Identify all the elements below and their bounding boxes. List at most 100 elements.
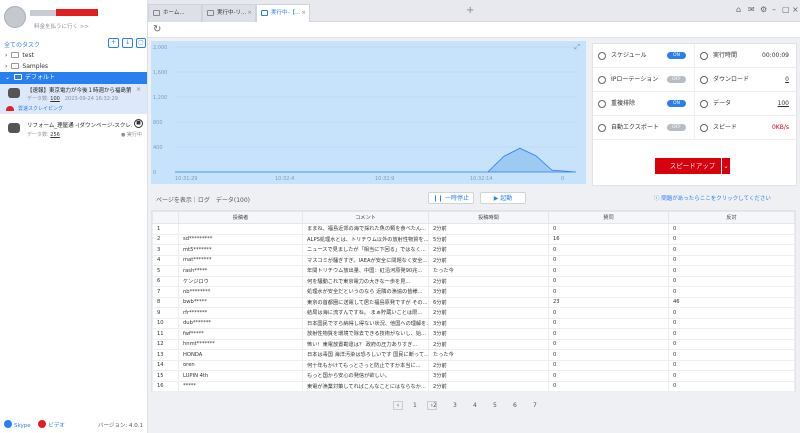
table-cell: 0 <box>548 307 669 319</box>
maximize-icon[interactable]: ▢ <box>782 5 790 14</box>
new-task-icon[interactable]: + <box>108 38 119 48</box>
y-tick-label: 2,000 <box>153 45 167 51</box>
table-cell: 0 <box>548 359 669 371</box>
minimize-icon[interactable]: – <box>772 5 776 14</box>
pay-link[interactable]: 料金を払うに行く >> <box>34 22 89 30</box>
table-cell: 0 <box>668 265 795 277</box>
view-tabs[interactable]: ページを表示｜ログ データ(100) <box>156 195 250 204</box>
table-cell: 5分前 <box>428 233 549 245</box>
table-cell: oren <box>178 359 303 371</box>
pause-button[interactable]: ❙❙ 一時停止 <box>428 192 474 204</box>
page-number[interactable]: 6 <box>505 402 525 409</box>
table-cell: ままね、福島近郊の海で採れた魚の類を食べたん... <box>302 223 429 235</box>
folder-icon <box>11 52 20 58</box>
autoexport-toggle[interactable]: OFF <box>667 124 686 131</box>
tree-item-default[interactable]: ⌄ デフォルト <box>0 72 147 84</box>
import-icon[interactable]: ↓ <box>122 38 133 48</box>
table-row[interactable]: 8 bwb***** 東京の首都圏に送電して居た福島原発ですが その... 6分前 23… <box>152 296 795 308</box>
table-cell: 放射性物質を環境で除去できる技術がないし、始... <box>302 328 429 340</box>
table-cell: 3分前 <box>428 317 549 329</box>
ip-toggle[interactable]: OFF <box>667 76 686 83</box>
table-row[interactable]: 1 ままね、福島近郊の海で採れた魚の類を食べたん... 2分前 0 0 <box>152 223 795 235</box>
table-row[interactable]: 9 rfr******* 結局は海に流すんですね。 まぁ貯蔵いことは限... 2分前 0… <box>152 307 795 319</box>
x-tick-label: 10:32:9 <box>375 176 394 182</box>
task-item[interactable]: 【速報】東京電力が今後１時週から福島第... データ数: 100 2023-09… <box>0 84 147 114</box>
table-row[interactable]: 7 nb******** 処理水が安全だというのなら 近隣の漁協の皆様... 3分前 0… <box>152 286 795 298</box>
table-row[interactable]: 5 rash***** 年間トリチウム放出量、中国：紅沿河原発90兆... たった今 0… <box>152 265 795 277</box>
table-row[interactable]: 4 mat******* マスコミが騒ぎすぎ。IAEAが安全に問題なく安全... 2分… <box>152 254 795 266</box>
avatar[interactable] <box>4 6 26 28</box>
table-cell: 2分前 <box>428 380 549 392</box>
task-item[interactable]: リフォーム_理屋通 -(ダウンページ-スクレ... データ数: 256 ■ ● … <box>0 117 147 145</box>
table-row[interactable]: 11 fwf***** 放射性物質を環境で除去できる技術がないし、始... 3分前 0 0 <box>152 328 795 340</box>
table-cell: 2分前 <box>428 359 549 371</box>
table-row[interactable]: 12 hnmt******* 怖い！東電放置勘違は？ 政府の圧力ありすぎ... 2分前… <box>152 338 795 350</box>
column-header[interactable]: コメント <box>302 211 429 224</box>
data-icon <box>700 100 708 108</box>
mail-icon[interactable]: ✉ <box>748 5 755 14</box>
table-cell: 4 <box>152 254 179 266</box>
table-cell: 年間トリチウム放出量、中国：紅沿河原発90兆... <box>302 265 429 277</box>
timer-icon <box>700 52 708 60</box>
column-header[interactable]: 投稿時間 <box>428 211 549 224</box>
stop-icon[interactable]: ■ <box>134 119 143 128</box>
expand-icon[interactable]: ⤢ <box>574 43 580 52</box>
close-window-icon[interactable]: × <box>792 5 799 14</box>
table-cell: 0 <box>668 338 795 350</box>
tab-running-1[interactable]: 実行中-リ... × <box>202 4 256 22</box>
page-number[interactable]: 7 <box>525 402 545 409</box>
gift-icon[interactable]: ⌂ <box>736 5 741 14</box>
table-cell: 7 <box>152 286 179 298</box>
tab-running-2[interactable]: 実行中-【... × <box>256 4 310 22</box>
table-row[interactable]: 16 ***** 東電が漁業対策してればこんなことにはならなか... 2分前 0 0 <box>152 380 795 392</box>
table-cell: 3分前 <box>428 370 549 382</box>
page-number[interactable]: 4 <box>465 402 485 409</box>
refresh-icon[interactable]: ↻ <box>153 24 161 35</box>
speed-chart: 2,000 1,600 1,200 800 400 0 10:31:29 10:32:4 10:… <box>151 41 586 184</box>
table-row[interactable]: 2 sd********* ALPS処理水とは、トリチウム以外の放射性物質を... 5… <box>152 233 795 245</box>
table-row[interactable]: 15 LUPIN 4th もっと国から安心の発信が欲しい。 3分前 0 0 <box>152 370 795 382</box>
download-cell: ダウンロード 0 <box>695 68 797 92</box>
table-cell: 8 <box>152 296 179 308</box>
task-status: ● 実行中 <box>121 132 142 138</box>
dedup-toggle[interactable]: ON <box>667 100 686 107</box>
new-tab-button[interactable]: + <box>466 5 474 16</box>
table-row[interactable]: 14 oren 何十年もかけてもっとさっと防止ですか本当に... 2分前 0 0 <box>152 359 795 371</box>
table-cell: 6分前 <box>428 296 549 308</box>
speedup-button[interactable]: スピードアップ ⌄ <box>655 158 730 174</box>
video-link[interactable]: ビデオ <box>48 423 65 429</box>
column-header[interactable]: 投稿者 <box>178 211 303 224</box>
help-link[interactable]: ⓘ 問題があったらここをクリックしてください <box>654 194 771 202</box>
next-page-icon[interactable]: › <box>426 401 437 410</box>
skype-link[interactable]: Skype <box>14 423 31 429</box>
table-row[interactable]: 13 HONDA 日本は毒国 海洋汚染は恐ろしいです 国民に断って... たった今 0 0 <box>152 349 795 361</box>
folder-add-icon[interactable]: ▢ <box>136 38 146 48</box>
table-row[interactable]: 10 dub******* 日本国民ですら納得し得ない状況、他国への理解を... 3分… <box>152 317 795 329</box>
table-cell: 0 <box>548 338 669 350</box>
close-icon[interactable]: × <box>136 86 141 93</box>
tab-home[interactable]: ホーム... <box>148 4 202 22</box>
speed-icon <box>700 124 708 132</box>
table-cell: 0 <box>548 328 669 340</box>
table-cell: 日本は毒国 海洋汚染は恐ろしいです 国民に断って... <box>302 349 429 361</box>
column-header[interactable]: 反対 <box>668 211 795 224</box>
table-cell: 日本国民ですら納得し得ない状況、他国への理解を... <box>302 317 429 329</box>
autoexport-cell: 自動エクスポート OFF <box>593 116 695 140</box>
table-cell: 0 <box>668 349 795 361</box>
schedule-toggle[interactable]: ON <box>667 52 686 59</box>
start-button[interactable]: ▶ 起動 <box>480 192 526 204</box>
table-cell: 3分前 <box>428 328 549 340</box>
ip-cell: IPローテーション OFF <box>593 68 695 92</box>
page-number[interactable]: 3 <box>445 402 465 409</box>
page-number[interactable]: 5 <box>485 402 505 409</box>
table-row[interactable]: 3 mt5******* ニュースで見ましたが「相当に下回る」ではなく... 2分前 0… <box>152 244 795 256</box>
table-cell: 3分前 <box>428 286 549 298</box>
column-header[interactable] <box>152 211 179 224</box>
skype-icon <box>4 420 12 428</box>
gear-icon[interactable]: ⚙ <box>760 5 767 14</box>
prev-page-icon[interactable]: ‹ <box>393 401 403 410</box>
table-row[interactable]: 6 ケンジロウ 何を騒動これで東京電力の大きな一歩を見... 2分前 0 0 <box>152 275 795 287</box>
page-number[interactable]: 1 <box>405 402 425 409</box>
column-header[interactable]: 賛同 <box>548 211 669 224</box>
all-tasks-label: 全てのタスク <box>4 42 41 49</box>
